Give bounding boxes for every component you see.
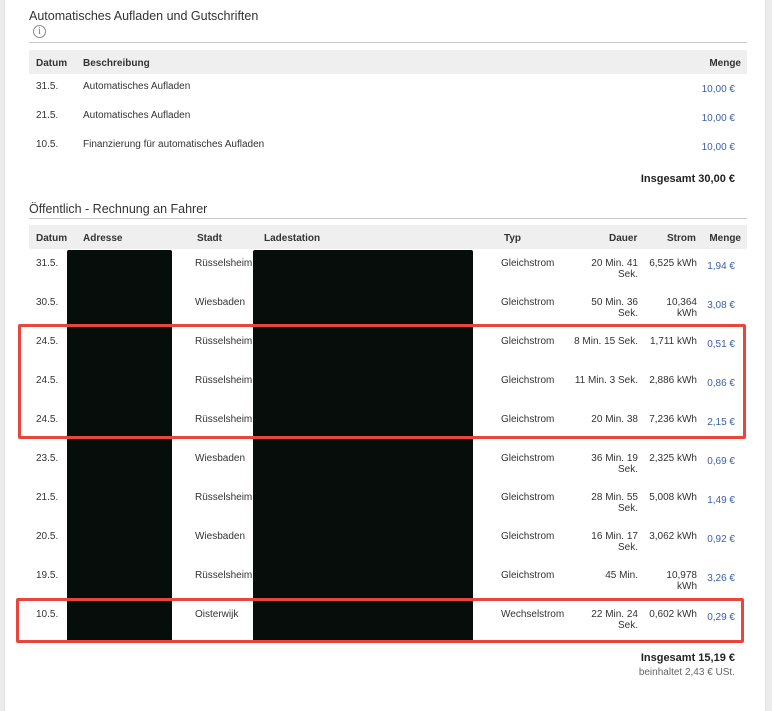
col-stadt: Stadt xyxy=(197,233,222,244)
col-strom: Strom xyxy=(667,233,696,244)
col-adresse: Adresse xyxy=(83,233,123,244)
row-energy: 5,008 kWh xyxy=(649,492,697,503)
row-amount-link[interactable]: 1,94 € xyxy=(707,261,735,273)
col-datum: Datum xyxy=(36,58,68,69)
row-city: Wiesbaden xyxy=(195,297,246,308)
section-divider xyxy=(29,42,747,43)
public-section-title: Öffentlich - Rechnung an Fahrer xyxy=(29,202,208,216)
row-date: 31.5. xyxy=(36,258,59,269)
public-total: Insgesamt 15,19 € xyxy=(640,652,735,664)
row-date: 19.5. xyxy=(36,570,59,581)
row-date: 30.5. xyxy=(36,297,59,308)
info-icon[interactable]: i xyxy=(33,25,46,38)
row-duration-unit: Sek. xyxy=(617,503,638,514)
row-duration-unit: Sek. xyxy=(617,464,638,475)
row-amount-link[interactable]: 0,69 € xyxy=(707,456,735,468)
invoice-page: Automatisches Aufladen und Gutschriften … xyxy=(4,0,766,711)
row-city: Rüsselsheim xyxy=(195,570,253,581)
row-date: 20.5. xyxy=(36,531,59,542)
row-type: Gleichstrom xyxy=(501,492,555,503)
row-energy-unit: kWh xyxy=(677,581,697,592)
row-description: Automatisches Aufladen xyxy=(83,110,191,121)
row-energy: 3,062 kWh xyxy=(649,531,697,542)
row-type: Gleichstrom xyxy=(501,570,555,581)
row-type: Gleichstrom xyxy=(501,453,555,464)
row-amount-link[interactable]: 1,49 € xyxy=(707,495,735,507)
row-energy-unit: kWh xyxy=(677,308,697,319)
col-dauer: Dauer xyxy=(609,233,638,244)
row-date: 10.5. xyxy=(36,139,59,150)
autoload-table-header: Datum Beschreibung Menge xyxy=(29,50,747,74)
highlight-box-24-5 xyxy=(18,324,746,439)
row-amount-link[interactable]: 10,00 € xyxy=(702,84,735,96)
row-date: 31.5. xyxy=(36,81,59,92)
row-amount-link[interactable]: 3,26 € xyxy=(707,573,735,585)
row-date: 23.5. xyxy=(36,453,59,464)
col-menge: Menge xyxy=(709,58,741,69)
col-ladestation: Ladestation xyxy=(264,233,321,244)
section-divider xyxy=(29,218,747,219)
row-duration: 45 Min. xyxy=(605,570,638,581)
row-city: Rüsselsheim xyxy=(195,258,253,269)
row-amount-link[interactable]: 10,00 € xyxy=(702,113,735,125)
row-city: Wiesbaden xyxy=(195,531,246,542)
row-type: Gleichstrom xyxy=(501,297,555,308)
row-city: Wiesbaden xyxy=(195,453,246,464)
row-duration-unit: Sek. xyxy=(617,269,638,280)
row-amount-link[interactable]: 0,92 € xyxy=(707,534,735,546)
col-beschreibung: Beschreibung xyxy=(83,58,150,69)
row-amount-link[interactable]: 3,08 € xyxy=(707,300,735,312)
highlight-box-10-5 xyxy=(16,598,744,643)
row-type: Gleichstrom xyxy=(501,258,555,269)
row-description: Automatisches Aufladen xyxy=(83,81,191,92)
row-energy: 6,525 kWh xyxy=(649,258,697,269)
row-type: Gleichstrom xyxy=(501,531,555,542)
row-duration-unit: Sek. xyxy=(617,542,638,553)
row-duration-unit: Sek. xyxy=(617,308,638,319)
autoload-total: Insgesamt 30,00 € xyxy=(640,173,735,185)
row-city: Rüsselsheim xyxy=(195,492,253,503)
row-amount-link[interactable]: 10,00 € xyxy=(702,142,735,154)
autoload-section-title: Automatisches Aufladen und Gutschriften xyxy=(29,9,259,23)
vat-note: beinhaltet 2,43 € USt. xyxy=(638,667,735,678)
col-typ: Typ xyxy=(504,233,522,244)
redacted-address-column xyxy=(67,250,172,642)
public-table-header: Datum Adresse Stadt Ladestation Typ Daue… xyxy=(29,225,747,249)
row-description: Finanzierung für automatisches Aufladen xyxy=(83,139,265,150)
row-date: 21.5. xyxy=(36,492,59,503)
col-menge: Menge xyxy=(709,233,741,244)
redacted-station-column xyxy=(253,250,473,642)
row-date: 21.5. xyxy=(36,110,59,121)
row-energy: 2,325 kWh xyxy=(649,453,697,464)
col-datum: Datum xyxy=(36,233,68,244)
